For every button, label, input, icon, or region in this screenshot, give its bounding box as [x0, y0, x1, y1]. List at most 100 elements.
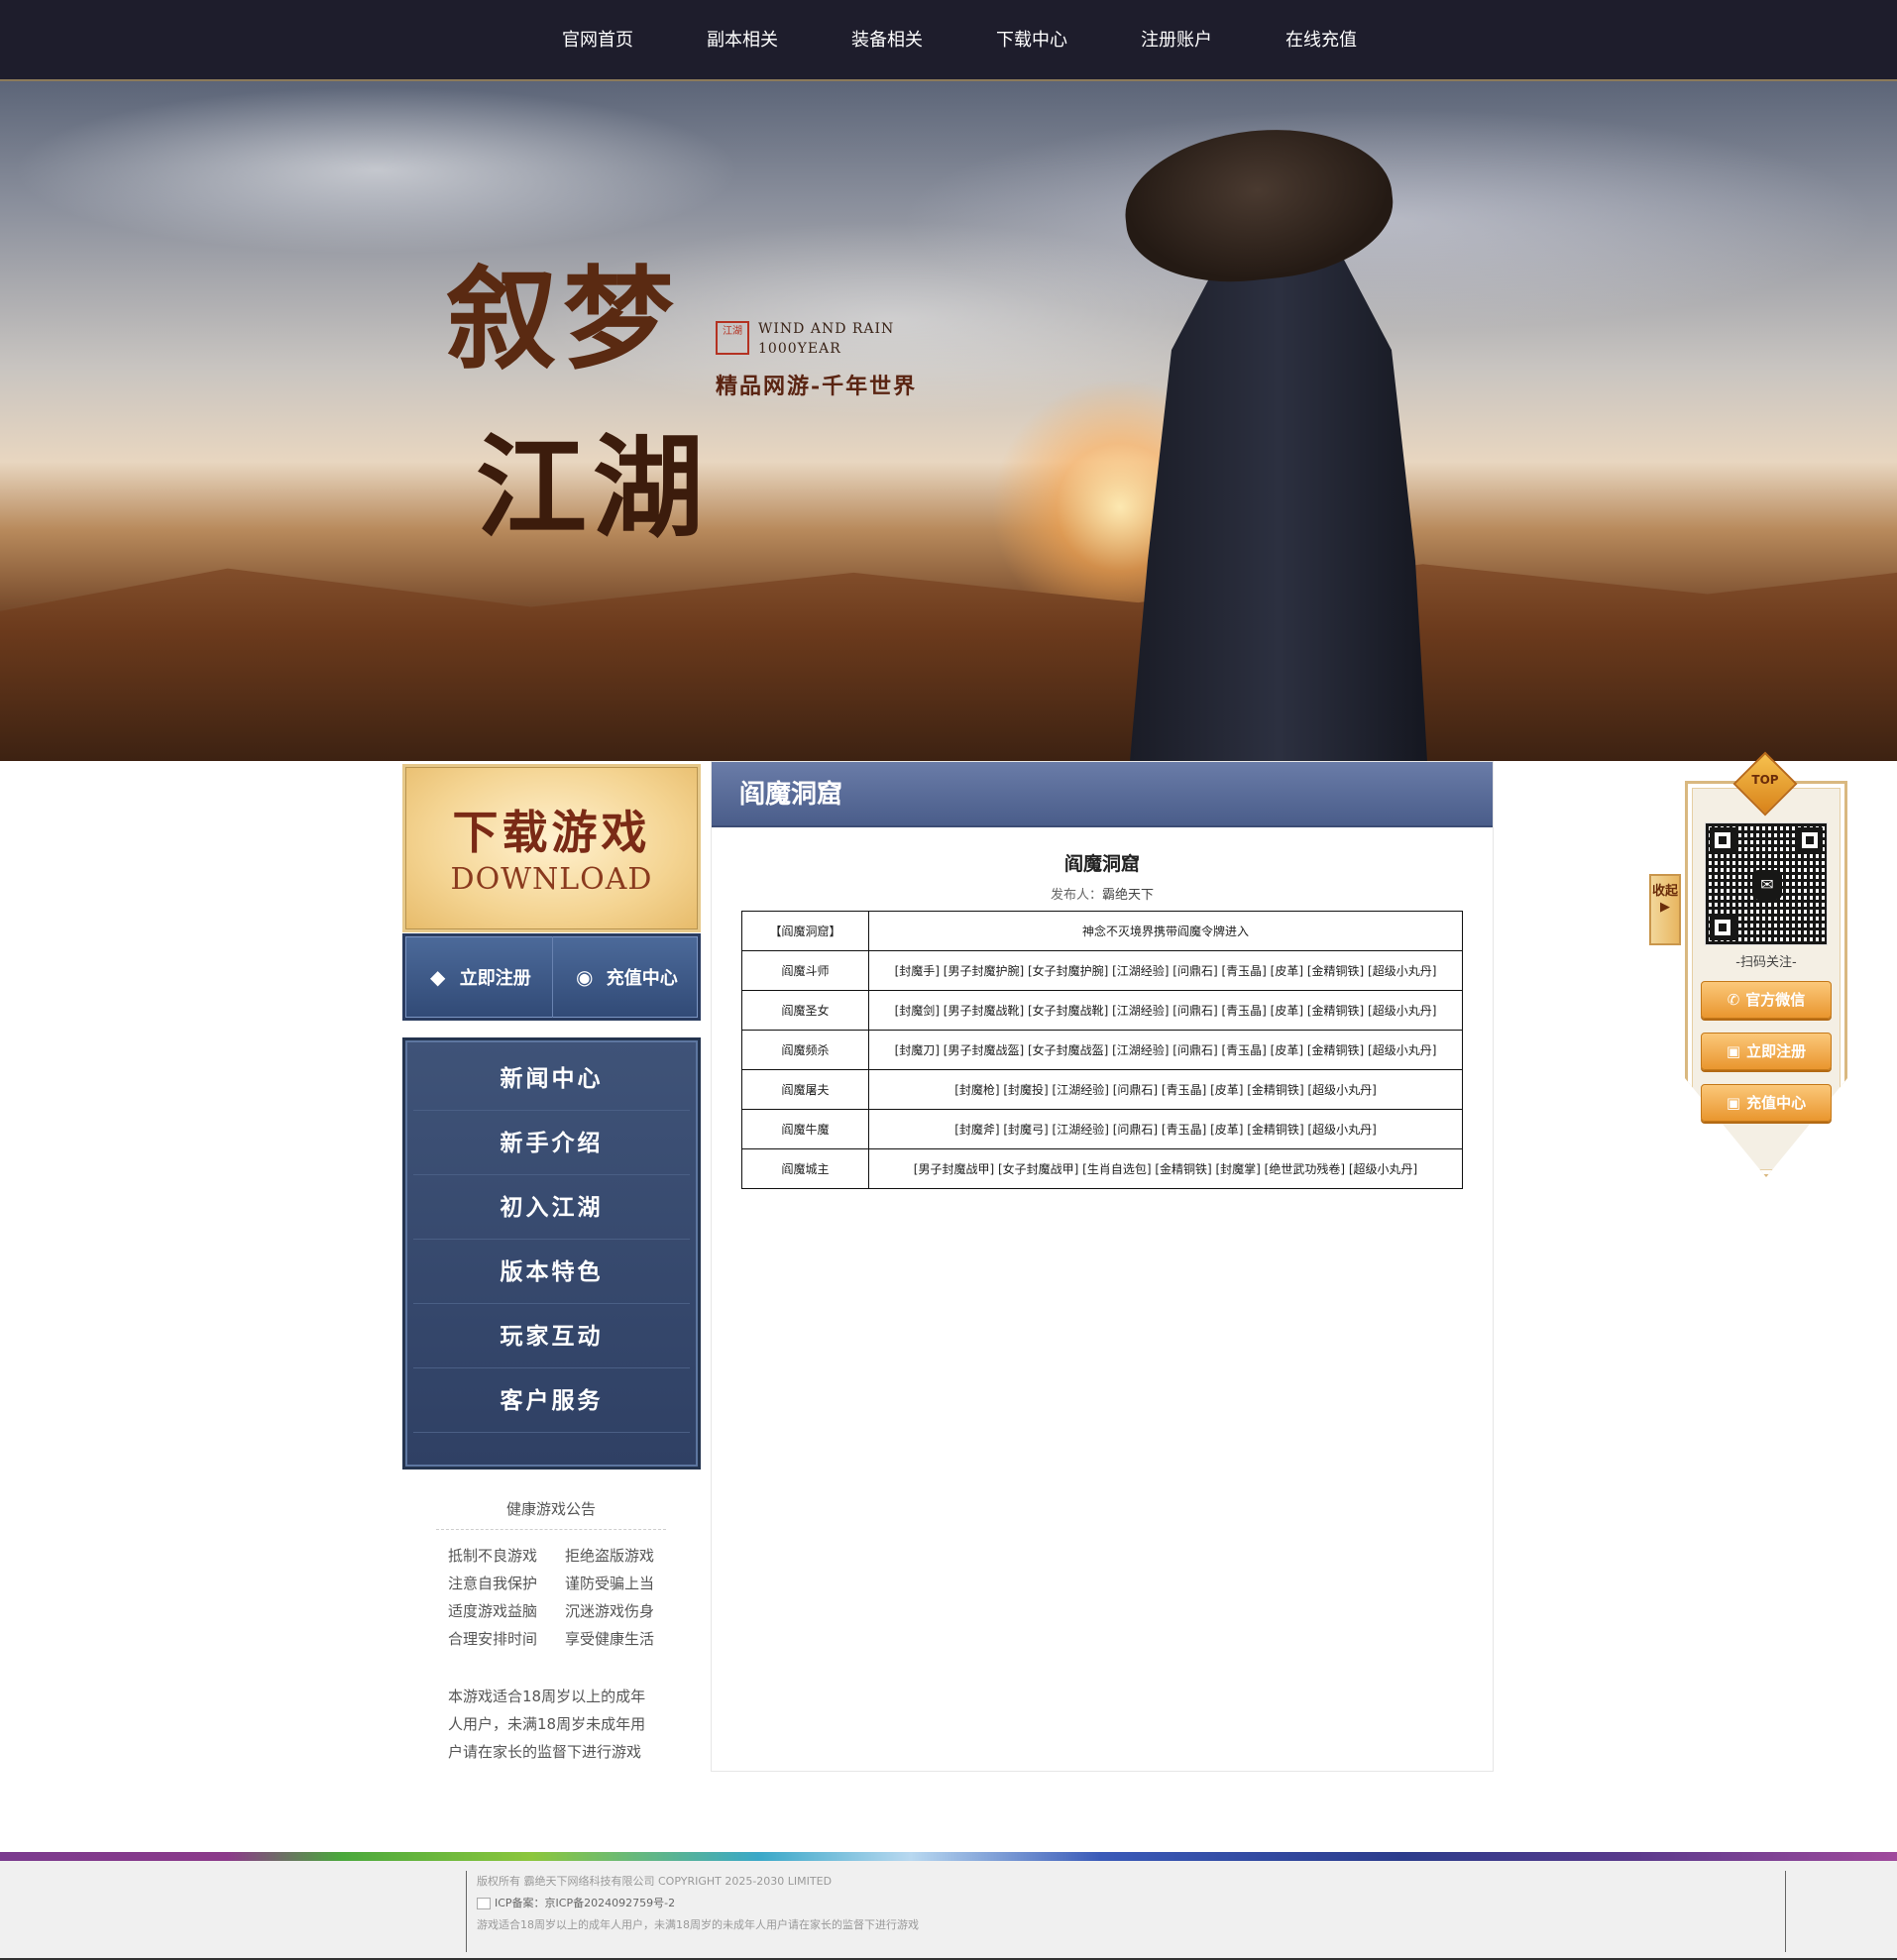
nav-item-register[interactable]: 注册账户	[1104, 0, 1249, 81]
menu-item-community[interactable]: 玩家互动	[413, 1304, 690, 1368]
diamond-icon: ◆	[430, 965, 446, 989]
table-row: 【阎魔洞窟】 神念不灭境界携带阎魔令牌进入	[741, 911, 1463, 951]
footer-copyright: 版权所有 霸绝天下网络科技有限公司 COPYRIGHT 2025-2030 LI…	[477, 1875, 833, 1888]
health-notice-text: 谨防受骗上当	[564, 1575, 654, 1592]
table-row: 阎魔频杀 [封魔刀] [男子封魔战盔] [女子封魔战盔] [江湖经验] [问鼎石…	[741, 1030, 1463, 1070]
table-cell-boss: 阎魔屠夫	[741, 1069, 869, 1110]
banner-slogan: 精品网游-千年世界	[716, 374, 918, 399]
nav-list: 官网首页 副本相关 装备相关 下载中心 注册账户 在线充值	[525, 0, 1394, 81]
footer-age-notice: 游戏适合18周岁以上的成年人用户，未满18周岁的未成年人用户请在家长的监督下进行…	[477, 1918, 919, 1931]
floating-sidebar: TOP ✉ -扫码关注- ✆ 官方微信 ▣ 立即注册 ▣ 充值中心	[1685, 751, 1847, 1177]
banner-calligraphy-line1: 叙梦	[446, 255, 680, 384]
play-arrow-icon: ▶	[1660, 900, 1670, 915]
health-notice-row: 注意自我保护 谨防受骗上当	[436, 1570, 666, 1597]
coin-icon: ◉	[576, 965, 594, 989]
float-recharge-label: 充值中心	[1746, 1094, 1807, 1112]
table-cell-drops: [封魔剑] [男子封魔战靴] [女子封魔战靴] [江湖经验] [问鼎石] [青玉…	[868, 990, 1463, 1031]
hero-banner: 叙梦 江湖 江湖 WIND AND RAIN 1000YEAR 精品网游-千年世…	[0, 81, 1897, 761]
age-restriction-text: 本游戏适合18周岁以上的成年人用户，未满18周岁未成年用户请在家长的监督下进行游…	[448, 1688, 646, 1761]
nav-item-download[interactable]: 下载中心	[959, 0, 1104, 81]
official-wechat-button[interactable]: ✆ 官方微信	[1701, 981, 1832, 1019]
table-cell-drops: [封魔斧] [封魔弓] [江湖经验] [问鼎石] [青玉晶] [皮革] [金精铜…	[868, 1109, 1463, 1149]
qr-code-image: ✉	[1705, 822, 1828, 945]
table-row: 阎魔圣女 [封魔剑] [男子封魔战靴] [女子封魔战靴] [江湖经验] [问鼎石…	[741, 990, 1463, 1031]
wechat-icon: ✆	[1727, 991, 1740, 1009]
menu-item-features[interactable]: 版本特色	[413, 1240, 690, 1304]
float-recharge-button[interactable]: ▣ 充值中心	[1701, 1084, 1832, 1122]
table-cell-drops: [封魔手] [男子封魔护腕] [女子封魔护腕] [江湖经验] [问鼎石] [青玉…	[868, 950, 1463, 991]
menu-item-support[interactable]: 客户服务	[413, 1368, 690, 1433]
nav-item-dungeon[interactable]: 副本相关	[670, 0, 815, 81]
menu-item-news[interactable]: 新闻中心	[413, 1046, 690, 1111]
health-notice-text: 适度游戏益脑	[448, 1602, 538, 1620]
health-notice-text: 合理安排时间	[448, 1630, 538, 1648]
banner-hills	[0, 564, 1897, 761]
recharge-center-label: 充值中心	[606, 968, 678, 989]
register-now-button[interactable]: ◆ 立即注册	[405, 936, 552, 1018]
footer-icp[interactable]: ICP备案：京ICP备2024092759号-2	[495, 1897, 675, 1909]
collapse-label: 收起	[1651, 884, 1678, 899]
side-menu: 新闻中心 新手介绍 初入江湖 版本特色 玩家互动 客户服务	[402, 1037, 701, 1470]
table-cell-boss: 阎魔牛魔	[741, 1109, 869, 1149]
table-cell-drops: [封魔枪] [封魔投] [江湖经验] [问鼎石] [青玉晶] [皮革] [金精铜…	[868, 1069, 1463, 1110]
banner-clouds	[0, 81, 1897, 497]
footer-info: 版权所有 霸绝天下网络科技有限公司 COPYRIGHT 2025-2030 LI…	[466, 1871, 1786, 1952]
quick-actions: ◆ 立即注册 ◉ 充值中心	[402, 933, 701, 1021]
menu-item-beginner[interactable]: 新手介绍	[413, 1111, 690, 1175]
author-label: 发布人：	[1050, 888, 1102, 903]
download-title-en: DOWNLOAD	[450, 862, 653, 897]
banner-english-line2: 1000YEAR	[758, 341, 841, 357]
table-row: 阎魔斗师 [封魔手] [男子封魔护腕] [女子封魔护腕] [江湖经验] [问鼎石…	[741, 950, 1463, 991]
article-author: 发布人：霸绝天下	[712, 884, 1493, 903]
footer-icp-line: ICP备案：京ICP备2024092759号-2	[477, 1893, 1785, 1914]
recharge-center-button[interactable]: ◉ 充值中心	[551, 936, 699, 1018]
author-name: 霸绝天下	[1102, 888, 1155, 903]
health-notice-text: 拒绝盗版游戏	[564, 1547, 654, 1565]
banner-english-line1: WIND AND RAIN	[758, 321, 895, 337]
nav-item-equipment[interactable]: 装备相关	[815, 0, 959, 81]
health-notice-row: 合理安排时间 享受健康生活	[436, 1625, 666, 1653]
table-cell-drops: [封魔刀] [男子封魔战盔] [女子封魔战盔] [江湖经验] [问鼎石] [青玉…	[868, 1030, 1463, 1070]
table-row: 阎魔城主 [男子封魔战甲] [女子封魔战甲] [生肖自选包] [金精铜铁] [封…	[741, 1148, 1463, 1189]
health-notice-text: 沉迷游戏伤身	[564, 1602, 654, 1620]
health-notice-text: 注意自我保护	[448, 1575, 538, 1592]
gift-icon: ▣	[1726, 1094, 1741, 1112]
health-notice-text: 抵制不良游戏	[448, 1547, 538, 1565]
official-wechat-label: 官方微信	[1745, 991, 1806, 1009]
table-cell-boss: 阎魔圣女	[741, 990, 869, 1031]
health-notice-row: 抵制不良游戏 拒绝盗版游戏	[436, 1542, 666, 1570]
health-notice-text: 享受健康生活	[564, 1630, 654, 1648]
health-notice-row: 适度游戏益脑 沉迷游戏伤身	[436, 1597, 666, 1625]
table-cell-boss: 阎魔斗师	[741, 950, 869, 991]
footer-color-strip	[0, 1852, 1897, 1861]
top-nav: 官网首页 副本相关 装备相关 下载中心 注册账户 在线充值	[0, 0, 1897, 81]
menu-item-enter-jianghu[interactable]: 初入江湖	[413, 1175, 690, 1240]
boss-drop-table: 【阎魔洞窟】 神念不灭境界携带阎魔令牌进入 阎魔斗师 [封魔手] [男子封魔护腕…	[741, 911, 1463, 1189]
qr-corner-marker	[1710, 915, 1735, 940]
gift-icon: ▣	[1726, 1042, 1741, 1060]
table-cell-boss: 阎魔城主	[741, 1148, 869, 1189]
nav-item-home[interactable]: 官网首页	[525, 0, 670, 81]
collapse-sidebar-tab[interactable]: 收起 ▶	[1649, 874, 1681, 945]
float-register-button[interactable]: ▣ 立即注册	[1701, 1033, 1832, 1070]
article-title: 阎魔洞窟	[1063, 853, 1140, 875]
section-header: 阎魔洞窟	[712, 762, 1493, 827]
table-cell-boss: 阎魔频杀	[741, 1030, 869, 1070]
float-register-label: 立即注册	[1746, 1042, 1807, 1060]
health-notice-rows: 抵制不良游戏 拒绝盗版游戏 注意自我保护 谨防受骗上当 适度游戏益脑 沉迷游戏伤…	[436, 1542, 666, 1653]
qr-corner-marker	[1710, 827, 1735, 853]
banner-seal-stamp: 江湖	[716, 321, 749, 355]
download-game-button[interactable]: 下载游戏 DOWNLOAD	[402, 764, 701, 932]
broken-image-icon	[477, 1898, 491, 1909]
table-row: 阎魔牛魔 [封魔斧] [封魔弓] [江湖经验] [问鼎石] [青玉晶] [皮革]…	[741, 1109, 1463, 1149]
qr-corner-marker	[1797, 827, 1823, 853]
health-notice: 健康游戏公告 抵制不良游戏 拒绝盗版游戏 注意自我保护 谨防受骗上当 适度游戏益…	[436, 1498, 666, 1766]
register-now-label: 立即注册	[459, 968, 531, 989]
footer: 版权所有 霸绝天下网络科技有限公司 COPYRIGHT 2025-2030 LI…	[0, 1861, 1897, 1960]
article-panel: 阎魔洞窟 阎魔洞窟 发布人：霸绝天下 【阎魔洞窟】 神念不灭境界携带阎魔令牌进入…	[711, 761, 1494, 1772]
banner-calligraphy-line2: 江湖	[476, 423, 710, 553]
back-to-top-label[interactable]: TOP	[1742, 773, 1788, 787]
nav-item-recharge[interactable]: 在线充值	[1249, 0, 1394, 81]
table-cell-drops: [男子封魔战甲] [女子封魔战甲] [生肖自选包] [金精铜铁] [封魔掌] […	[868, 1148, 1463, 1189]
download-title-cn: 下载游戏	[452, 806, 651, 859]
